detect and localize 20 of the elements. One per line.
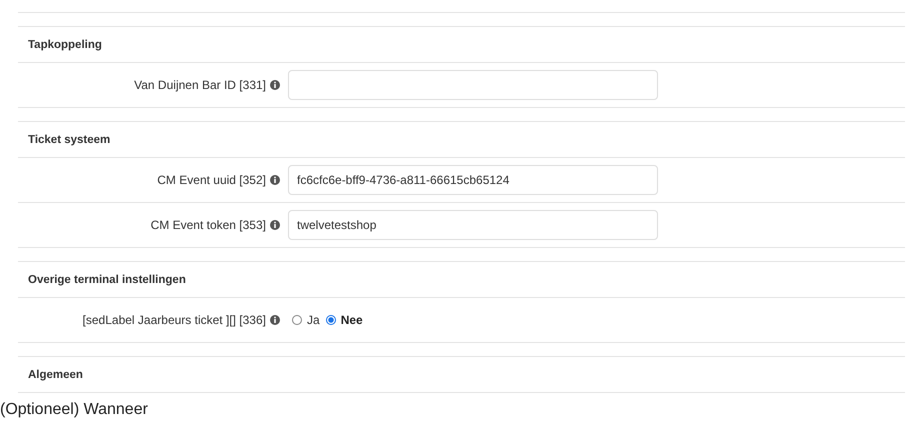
field-label: CM Event uuid [352] [157, 173, 266, 187]
info-icon[interactable] [270, 220, 280, 230]
text-field[interactable]: twelvetestshop [288, 210, 658, 240]
info-icon[interactable] [270, 175, 280, 185]
text-field[interactable] [288, 70, 658, 100]
field-label: CM Event token [353] [150, 218, 266, 232]
section-title: Tapkoppeling [28, 38, 102, 50]
field-label: [sedLabel Jaarbeurs ticket ][] [336] [82, 313, 266, 327]
field-label: Van Duijnen Bar ID [331] [134, 78, 266, 92]
radio-button[interactable] [292, 315, 302, 325]
radio-button[interactable] [326, 315, 336, 325]
radio-label: Nee [340, 313, 363, 327]
section-title: Algemeen [28, 368, 83, 380]
info-icon[interactable] [270, 80, 280, 90]
info-icon[interactable] [270, 315, 280, 325]
section-title: Ticket systeem [28, 134, 110, 146]
section-title: Overige terminal instellingen [28, 274, 186, 286]
help-text: (Optioneel) Wanneer [0, 401, 149, 419]
radio-label: Ja [307, 313, 320, 327]
text-field[interactable]: fc6cfc6e-bff9-4736-a811-66615cb65124 [288, 165, 658, 195]
